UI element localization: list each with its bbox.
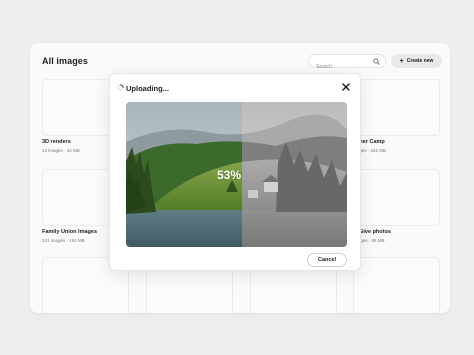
folder-meta: 231 images · 194 MB	[42, 238, 85, 243]
plus-icon: +	[399, 57, 404, 65]
cancel-button[interactable]: Cancel	[307, 253, 347, 267]
page-title: All images	[42, 56, 89, 66]
spinner-icon	[117, 84, 124, 91]
search-input[interactable]	[309, 61, 371, 73]
upload-dialog: Uploading... 53% Cancel	[109, 73, 361, 271]
folder-name: 3D renders	[42, 139, 71, 145]
create-new-button[interactable]: + Create new	[391, 54, 442, 68]
folder-card-give-photos[interactable]	[353, 169, 440, 226]
folder-card[interactable]	[353, 257, 440, 313]
dialog-title: Uploading...	[126, 84, 169, 93]
upload-progress-percent: 53%	[217, 168, 242, 182]
create-new-label: Create new	[406, 58, 434, 64]
close-icon[interactable]	[341, 82, 351, 92]
search-box[interactable]	[308, 54, 386, 73]
folder-meta: 12 images · 34 MB	[42, 148, 80, 153]
upload-preview-image: 53%	[126, 102, 347, 247]
folder-card-summer-camp[interactable]	[353, 79, 440, 136]
search-icon[interactable]	[373, 58, 380, 65]
folder-name: Family Union Images	[42, 229, 98, 235]
progress-remaining-overlay	[242, 102, 347, 247]
